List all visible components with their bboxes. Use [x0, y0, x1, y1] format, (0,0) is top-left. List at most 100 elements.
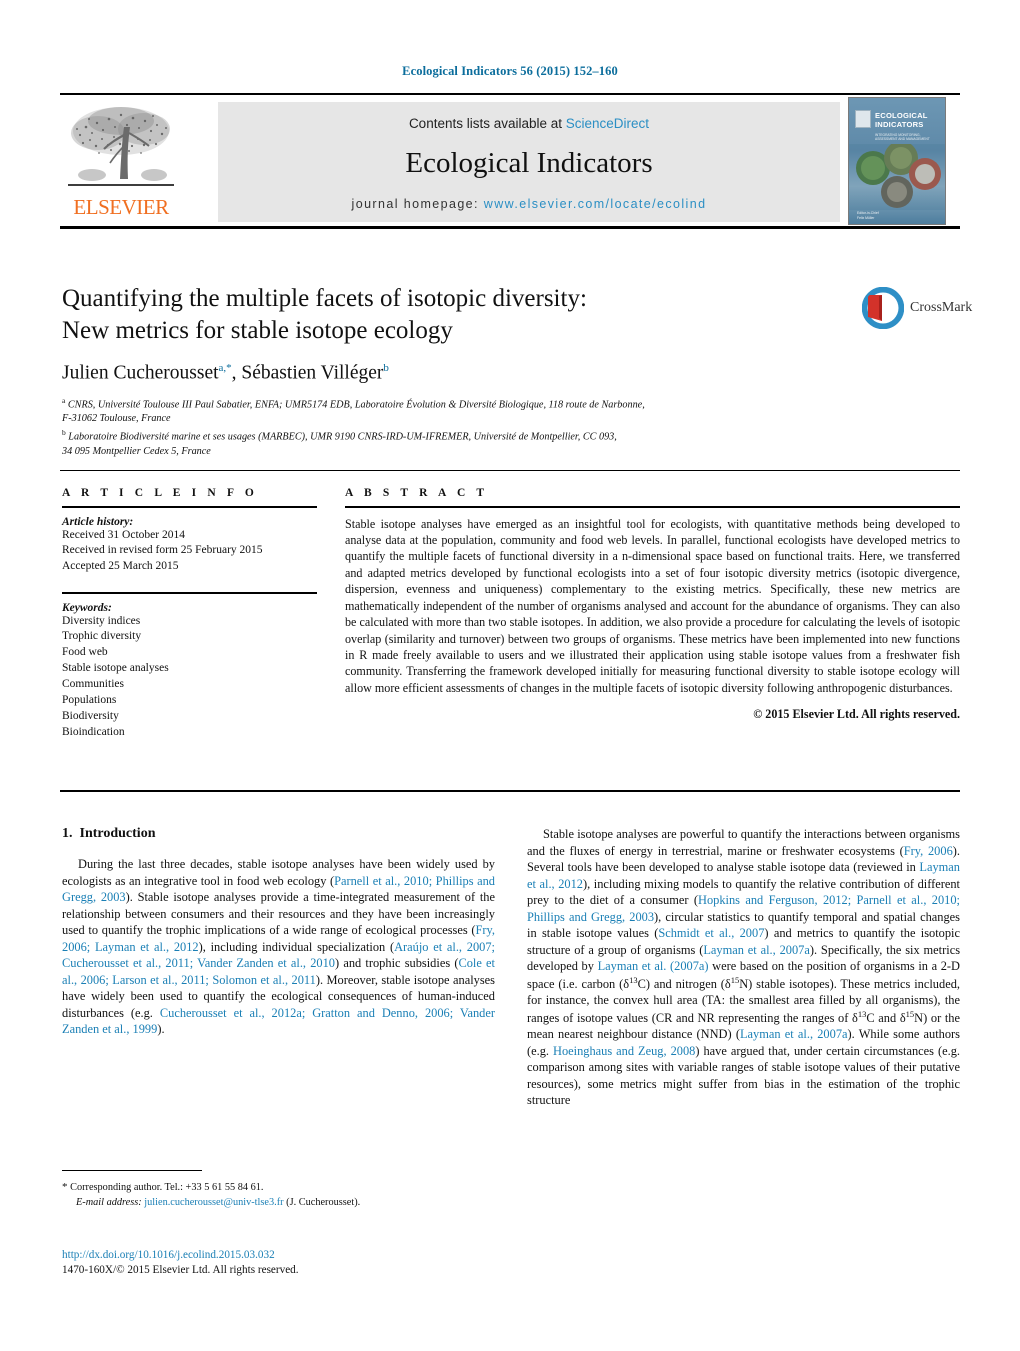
doi-link[interactable]: http://dx.doi.org/10.1016/j.ecolind.2015… [62, 1248, 495, 1263]
contents-prefix: Contents lists available at [408, 116, 566, 131]
contents-available-line: Contents lists available at ScienceDirec… [218, 116, 840, 131]
elsevier-wordmark: ELSEVIER [73, 195, 169, 219]
body-column-left: 1. Introduction During the last three dec… [62, 826, 495, 1038]
journal-homepage-line: journal homepage: www.elsevier.com/locat… [218, 197, 840, 211]
citation-link[interactable]: Schmidt et al., 2007 [658, 926, 764, 940]
affiliation-b-line1: Laboratoire Biodiversité marine et ses u… [68, 431, 617, 443]
body-column-right: Stable isotope analyses are powerful to … [527, 826, 960, 1109]
info-band-bottom-rule [60, 790, 960, 792]
cover-publisher-mark [855, 110, 871, 128]
elsevier-logo: ELSEVIER [62, 101, 180, 223]
journal-homepage-link[interactable]: www.elsevier.com/locate/ecolind [484, 197, 707, 211]
journal-cover-thumbnail: ECOLOGICAL INDICATORS INTEGRATING MONITO… [848, 97, 946, 225]
footnote-block: * Corresponding author. Tel.: +33 5 61 5… [62, 1180, 495, 1210]
citation-link[interactable]: Layman et al., 2007a [703, 943, 810, 957]
masthead-bottom-rule [60, 226, 960, 229]
title-line-1: Quantifying the multiple facets of isoto… [62, 285, 587, 312]
history-accepted: Accepted 25 March 2015 [62, 560, 179, 573]
abstract-rule [345, 506, 960, 508]
keyword-item: Trophic diversity [62, 630, 142, 643]
keyword-item: Biodiversity [62, 709, 119, 722]
article-history-label: Article history: [62, 515, 134, 528]
crossmark-badge[interactable]: CrossMark [862, 287, 972, 333]
abstract-text: Stable isotope analyses have emerged as … [345, 516, 960, 695]
cover-photo-collage [849, 144, 945, 210]
page-title: Quantifying the multiple facets of isoto… [62, 283, 822, 346]
email-link[interactable]: julien.cucherousset@univ-tlse3.fr [144, 1197, 283, 1208]
doi-block: http://dx.doi.org/10.1016/j.ecolind.2015… [62, 1248, 495, 1279]
keyword-item: Diversity indices [62, 614, 141, 627]
info-band-top-rule [60, 470, 960, 471]
isotope-superscript-15b: 15 [905, 1008, 915, 1019]
journal-title: Ecological Indicators [405, 147, 653, 179]
history-revised: Received in revised form 25 February 201… [62, 544, 263, 557]
cover-footer: Editor-in-Chief Felix Müller [857, 211, 879, 220]
masthead-top-rule [60, 93, 960, 95]
citation-link[interactable]: Layman et al. (2007a) [598, 959, 709, 973]
keyword-item: Food web [62, 646, 108, 659]
author-separator: , [231, 362, 242, 384]
affiliation-a-line2: F-31062 Toulouse, France [62, 413, 171, 425]
affiliation-list: a CNRS, Université Toulouse III Paul Sab… [62, 396, 822, 460]
crossmark-label: CrossMark [910, 300, 973, 315]
footnote-rule [62, 1170, 202, 1171]
email-note: E-mail address: julien.cucherousset@univ… [62, 1196, 495, 1211]
affiliation-marker-a: a [62, 395, 66, 405]
email-suffix: (J. Cucherousset). [283, 1196, 361, 1208]
citation-link[interactable]: Layman et al., 2007a [740, 1027, 848, 1041]
keyword-item: Populations [62, 693, 117, 706]
section-heading-introduction: 1. Introduction [62, 826, 495, 842]
running-head: Ecological Indicators 56 (2015) 152–160 [402, 64, 618, 78]
isotope-superscript-15: 15 [730, 974, 740, 985]
affiliation-a: a CNRS, Université Toulouse III Paul Sab… [62, 396, 822, 427]
citation-link[interactable]: Hoeinghaus and Zeug, 2008 [553, 1044, 695, 1058]
elsevier-tree-icon [68, 107, 174, 186]
intro-text-2h: C) and nitrogen (δ [637, 976, 731, 991]
intro-text-1b: ). Stable isotope analyses provide a tim… [62, 890, 495, 937]
intro-text-2a: Stable isotope analyses are powerful to … [527, 827, 960, 858]
corresponding-author-note: * Corresponding author. Tel.: +33 5 61 5… [62, 1180, 495, 1196]
abstract-column: A B S T R A C T Stable isotope analyses … [345, 487, 960, 722]
sciencedirect-link[interactable]: ScienceDirect [566, 116, 649, 131]
homepage-prefix: journal homepage: [351, 197, 484, 211]
isotope-superscript-13: 13 [629, 974, 638, 985]
keywords-rule [62, 592, 317, 594]
crossmark-icon [862, 287, 904, 329]
email-label: E-mail address: [76, 1196, 142, 1208]
keyword-item: Communities [62, 678, 124, 691]
author-name-2[interactable]: Sébastien Villéger [241, 363, 383, 384]
intro-text-2j: C and δ [866, 1010, 906, 1025]
intro-paragraph-right: Stable isotope analyses are powerful to … [527, 826, 960, 1109]
keyword-item: Stable isotope analyses [62, 662, 169, 675]
intro-paragraph-left: During the last three decades, stable is… [62, 856, 495, 1038]
intro-text-1c: ), including individual specialization ( [198, 939, 395, 954]
issn-copyright-line: 1470-160X/© 2015 Elsevier Ltd. All right… [62, 1264, 299, 1277]
keyword-item: Bioindication [62, 725, 125, 738]
section-title: Introduction [79, 826, 156, 841]
intro-text-1f: ). [157, 1022, 165, 1036]
author-affil-marker-2: b [383, 362, 389, 374]
affiliation-a-line1: CNRS, Université Toulouse III Paul Sabat… [67, 398, 645, 410]
abstract-heading: A B S T R A C T [345, 487, 489, 499]
corresponding-author-text: Corresponding author. Tel.: +33 5 61 55 … [67, 1182, 264, 1193]
keywords-label: Keywords: [62, 601, 112, 614]
affiliation-b-line2: 34 095 Montpellier Cedex 5, France [62, 445, 211, 457]
author-list: Julien Cucherousseta,*, Sébastien Villég… [62, 362, 822, 385]
title-block: Quantifying the multiple facets of isoto… [62, 283, 822, 460]
cover-title-line2: INDICATORS [875, 119, 924, 129]
cover-footer-line1: Editor-in-Chief [857, 211, 879, 216]
author-name-1[interactable]: Julien Cucherousset [62, 363, 219, 384]
affiliation-marker-b: b [62, 427, 66, 437]
article-info-rule [62, 506, 317, 508]
cover-footer-line2: Felix Müller [857, 215, 875, 220]
section-number: 1. [62, 826, 73, 841]
article-info-heading: A R T I C L E I N F O [62, 487, 258, 499]
article-info-column: A R T I C L E I N F O Article history: R… [62, 487, 317, 740]
abstract-copyright: © 2015 Elsevier Ltd. All rights reserved… [753, 707, 960, 722]
affiliation-b: b Laboratoire Biodiversité marine et ses… [62, 428, 822, 459]
citation-link[interactable]: Fry, 2006 [904, 844, 953, 858]
intro-text-1d: ) and trophic subsidies ( [335, 956, 459, 970]
masthead-panel: Contents lists available at ScienceDirec… [218, 102, 840, 222]
cover-title: ECOLOGICAL INDICATORS [875, 111, 941, 129]
